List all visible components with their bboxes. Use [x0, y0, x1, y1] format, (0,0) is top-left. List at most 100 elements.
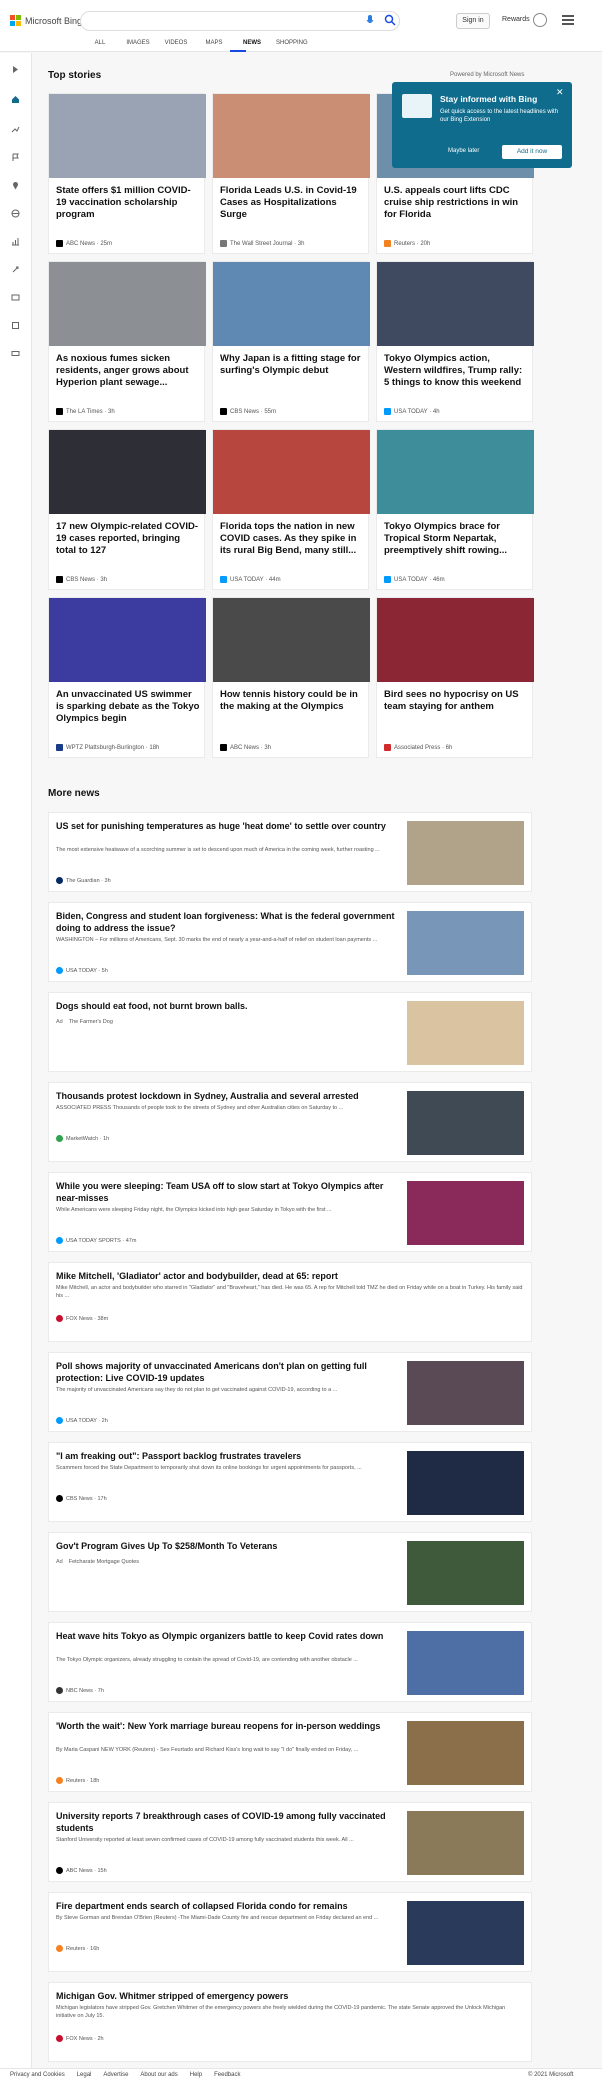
story-image[interactable]	[49, 598, 206, 682]
nav-tab-maps[interactable]: MAPS	[200, 40, 228, 46]
story-image[interactable]	[213, 430, 370, 514]
story-image[interactable]	[213, 262, 370, 346]
news-item[interactable]: Dogs should eat food, not burnt brown ba…	[48, 992, 532, 1072]
add-extension-button[interactable]: Add it now	[502, 145, 562, 159]
news-title[interactable]: Poll shows majority of unvaccinated Amer…	[56, 1360, 396, 1384]
sign-in-button[interactable]: Sign in	[456, 13, 490, 29]
search-input[interactable]	[80, 11, 400, 31]
footer-link[interactable]: About our ads	[140, 2072, 177, 2078]
footer-link[interactable]: Feedback	[214, 2072, 240, 2078]
rewards-trophy-icon[interactable]	[533, 13, 547, 27]
story-title[interactable]: Tokyo Olympics brace for Tropical Storm …	[384, 521, 529, 557]
news-thumbnail[interactable]	[407, 1541, 524, 1605]
story-card[interactable]: How tennis history could be in the makin…	[212, 597, 370, 758]
money-icon[interactable]	[11, 349, 20, 358]
news-title[interactable]: Thousands protest lockdown in Sydney, Au…	[56, 1090, 396, 1102]
bing-logo[interactable]: Microsoft Bing	[10, 15, 82, 26]
story-title[interactable]: How tennis history could be in the makin…	[220, 689, 365, 713]
flag-icon[interactable]	[11, 153, 20, 162]
news-item[interactable]: Poll shows majority of unvaccinated Amer…	[48, 1352, 532, 1432]
sports-icon[interactable]	[11, 321, 20, 330]
story-title[interactable]: State offers $1 million COVID-19 vaccina…	[56, 185, 201, 221]
news-item[interactable]: University reports 7 breakthrough cases …	[48, 1802, 532, 1882]
story-card[interactable]: Florida tops the nation in new COVID cas…	[212, 429, 370, 590]
news-thumbnail[interactable]	[407, 1811, 524, 1875]
news-title[interactable]: Fire department ends search of collapsed…	[56, 1900, 396, 1912]
story-image[interactable]	[49, 94, 206, 178]
location-pin-icon[interactable]	[11, 181, 20, 190]
nav-tab-all[interactable]: ALL	[86, 40, 114, 46]
news-title[interactable]: Biden, Congress and student loan forgive…	[56, 910, 396, 934]
news-item[interactable]: Fire department ends search of collapsed…	[48, 1892, 532, 1972]
story-title[interactable]: Bird sees no hypocrisy on US team stayin…	[384, 689, 529, 713]
story-card[interactable]: As noxious fumes sicken residents, anger…	[48, 261, 206, 422]
news-item[interactable]: Biden, Congress and student loan forgive…	[48, 902, 532, 982]
story-card[interactable]: 17 new Olympic-related COVID-19 cases re…	[48, 429, 206, 590]
footer-link[interactable]: Legal	[77, 2072, 92, 2078]
nav-tab-shopping[interactable]: SHOPPING	[276, 40, 308, 46]
story-card[interactable]: Why Japan is a fitting stage for surfing…	[212, 261, 370, 422]
story-image[interactable]	[213, 94, 370, 178]
story-card[interactable]: Tokyo Olympics action, Western wildfires…	[376, 261, 534, 422]
chart-icon[interactable]	[11, 237, 20, 246]
news-item[interactable]: While you were sleeping: Team USA off to…	[48, 1172, 532, 1252]
story-title[interactable]: 17 new Olympic-related COVID-19 cases re…	[56, 521, 201, 557]
news-item[interactable]: Thousands protest lockdown in Sydney, Au…	[48, 1082, 532, 1162]
story-title[interactable]: An unvaccinated US swimmer is sparking d…	[56, 689, 201, 725]
hamburger-menu-icon[interactable]	[562, 15, 574, 25]
story-title[interactable]: As noxious fumes sicken residents, anger…	[56, 353, 201, 389]
nav-tab-news[interactable]: NEWS	[238, 40, 266, 46]
rewards-link[interactable]: Rewards	[502, 16, 530, 23]
nav-tab-images[interactable]: IMAGES	[124, 40, 152, 46]
close-icon[interactable]: ✕	[556, 87, 564, 98]
news-thumbnail[interactable]	[407, 911, 524, 975]
news-thumbnail[interactable]	[407, 1181, 524, 1245]
footer-link[interactable]: Help	[190, 2072, 202, 2078]
story-image[interactable]	[213, 598, 370, 682]
story-card[interactable]: Tokyo Olympics brace for Tropical Storm …	[376, 429, 534, 590]
story-card[interactable]: Florida Leads U.S. in Covid-19 Cases as …	[212, 93, 370, 254]
news-item[interactable]: US set for punishing temperatures as hug…	[48, 812, 532, 892]
news-title[interactable]: Dogs should eat food, not burnt brown ba…	[56, 1000, 396, 1012]
news-item[interactable]: Michigan Gov. Whitmer stripped of emerge…	[48, 1982, 532, 2062]
story-image[interactable]	[377, 430, 534, 514]
news-title[interactable]: US set for punishing temperatures as hug…	[56, 820, 396, 832]
news-title[interactable]: Mike Mitchell, 'Gladiator' actor and bod…	[56, 1270, 526, 1282]
news-title[interactable]: 'Worth the wait': New York marriage bure…	[56, 1720, 396, 1732]
story-image[interactable]	[49, 430, 206, 514]
news-item[interactable]: 'Worth the wait': New York marriage bure…	[48, 1712, 532, 1792]
story-card[interactable]: State offers $1 million COVID-19 vaccina…	[48, 93, 206, 254]
footer-link[interactable]: Privacy and Cookies	[10, 2072, 65, 2078]
expand-arrow-icon[interactable]	[11, 65, 20, 74]
story-title[interactable]: Why Japan is a fitting stage for surfing…	[220, 353, 365, 377]
news-title[interactable]: While you were sleeping: Team USA off to…	[56, 1180, 396, 1204]
rocket-icon[interactable]	[11, 265, 20, 274]
story-title[interactable]: U.S. appeals court lifts CDC cruise ship…	[384, 185, 529, 221]
entertainment-icon[interactable]	[11, 293, 20, 302]
globe-icon[interactable]	[11, 209, 20, 218]
news-title[interactable]: Heat wave hits Tokyo as Olympic organize…	[56, 1630, 396, 1642]
news-thumbnail[interactable]	[407, 1451, 524, 1515]
story-image[interactable]	[49, 262, 206, 346]
news-thumbnail[interactable]	[407, 1631, 524, 1695]
news-item[interactable]: "I am freaking out": Passport backlog fr…	[48, 1442, 532, 1522]
news-thumbnail[interactable]	[407, 1091, 524, 1155]
story-title[interactable]: Tokyo Olympics action, Western wildfires…	[384, 353, 529, 389]
nav-tab-videos[interactable]: VIDEOS	[162, 40, 190, 46]
maybe-later-button[interactable]: Maybe later	[448, 148, 479, 154]
story-card[interactable]: Bird sees no hypocrisy on US team stayin…	[376, 597, 534, 758]
story-title[interactable]: Florida tops the nation in new COVID cas…	[220, 521, 365, 557]
trending-icon[interactable]	[11, 125, 20, 134]
news-thumbnail[interactable]	[407, 821, 524, 885]
news-thumbnail[interactable]	[407, 1901, 524, 1965]
story-image[interactable]	[377, 598, 534, 682]
news-item[interactable]: Mike Mitchell, 'Gladiator' actor and bod…	[48, 1262, 532, 1342]
news-item[interactable]: Heat wave hits Tokyo as Olympic organize…	[48, 1622, 532, 1702]
news-title[interactable]: University reports 7 breakthrough cases …	[56, 1810, 396, 1834]
news-title[interactable]: Gov't Program Gives Up To $258/Month To …	[56, 1540, 396, 1552]
news-item[interactable]: Gov't Program Gives Up To $258/Month To …	[48, 1532, 532, 1612]
news-thumbnail[interactable]	[407, 1721, 524, 1785]
footer-link[interactable]: Advertise	[103, 2072, 128, 2078]
news-title[interactable]: "I am freaking out": Passport backlog fr…	[56, 1450, 396, 1462]
home-icon[interactable]	[11, 95, 20, 104]
